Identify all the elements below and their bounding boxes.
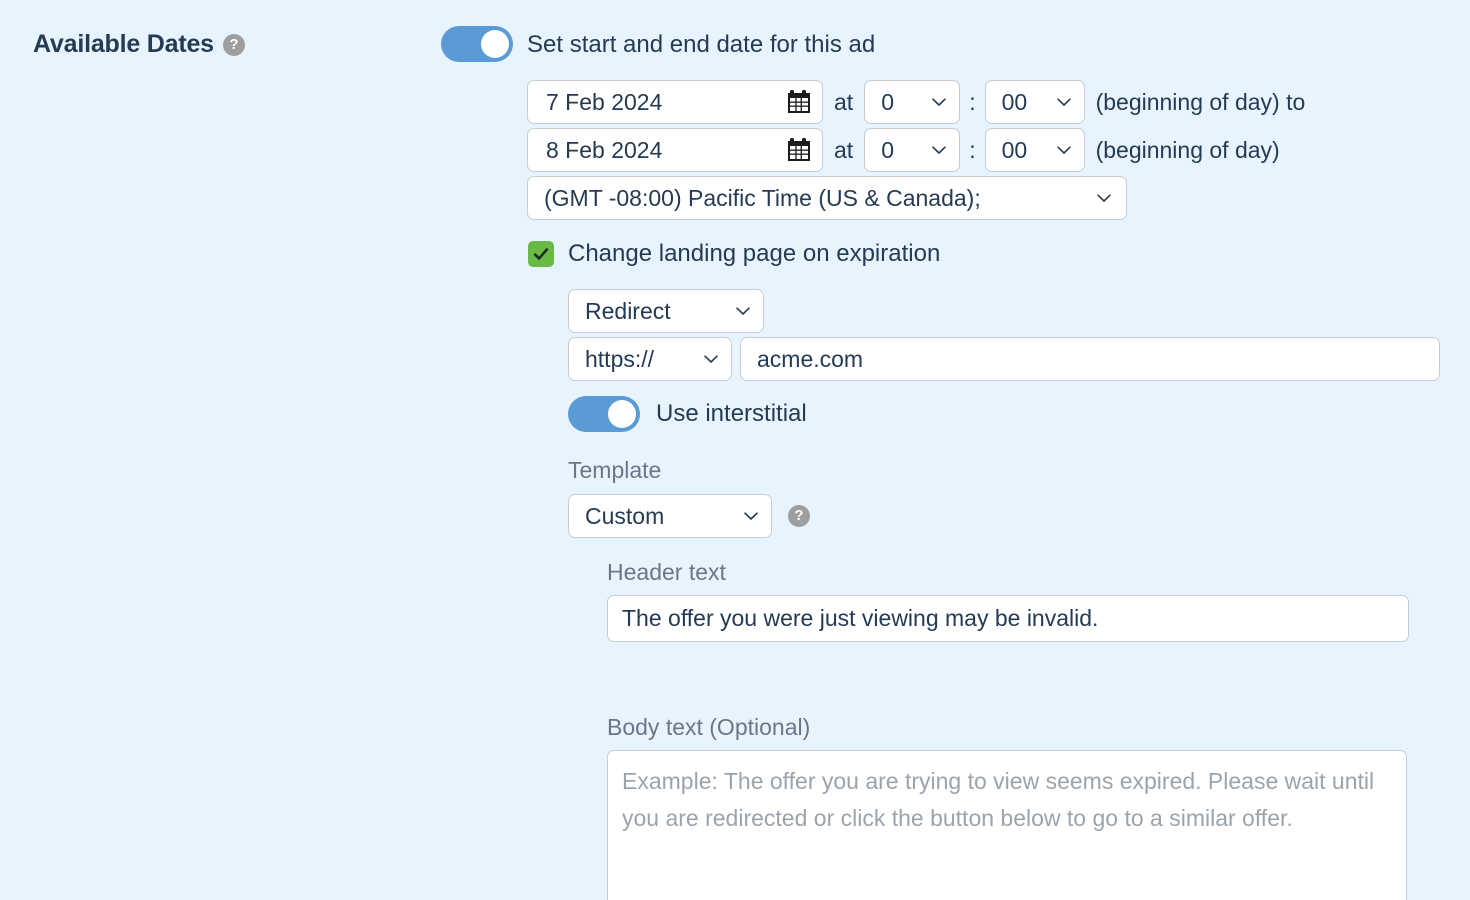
end-hour-value: 0: [881, 136, 894, 163]
start-hour-value: 0: [881, 88, 894, 115]
set-start-end-date-toggle[interactable]: [441, 26, 513, 62]
header-text-input[interactable]: The offer you were just viewing may be i…: [607, 595, 1409, 642]
url-scheme-value: https://: [585, 345, 655, 372]
redirect-url-row: https:// acme.com: [568, 337, 1440, 381]
end-minute-select[interactable]: 00: [984, 128, 1085, 172]
start-date-note: (beginning of day) to: [1095, 88, 1306, 115]
body-text-label: Body text (Optional): [607, 714, 811, 740]
header-text-value: The offer you were just viewing may be i…: [622, 605, 1099, 631]
end-time-separator: :: [969, 136, 976, 163]
template-select[interactable]: Custom: [568, 494, 772, 538]
end-at-label: at: [834, 136, 854, 163]
url-scheme-select[interactable]: https://: [568, 337, 732, 381]
header-text-label: Header text: [607, 559, 726, 585]
end-date-note: (beginning of day): [1095, 136, 1280, 163]
toggle-knob: [481, 30, 509, 58]
redirect-url-value: acme.com: [757, 345, 864, 372]
end-date-value: 8 Feb 2024: [546, 136, 663, 163]
chevron-down-icon: [931, 145, 947, 155]
page-title: Available Dates ?: [33, 30, 245, 59]
use-interstitial-row: Use interstitial: [568, 396, 807, 432]
change-landing-page-label: Change landing page on expiration: [568, 240, 941, 267]
body-text-placeholder: Example: The offer you are trying to vie…: [622, 768, 1375, 831]
change-landing-page-checkbox[interactable]: [528, 241, 554, 267]
calendar-icon[interactable]: [786, 89, 812, 115]
start-hour-select[interactable]: 0: [864, 80, 961, 124]
start-date-input[interactable]: 7 Feb 2024: [527, 80, 823, 124]
redirect-url-input[interactable]: acme.com: [740, 337, 1440, 381]
end-date-row: 8 Feb 2024 at 0: 00 (beginning of day): [527, 128, 1280, 172]
start-minute-select[interactable]: 00: [984, 80, 1085, 124]
help-circle-icon[interactable]: ?: [222, 33, 245, 56]
timezone-value: (GMT -08:00) Pacific Time (US & Canada);: [544, 184, 981, 211]
timezone-select[interactable]: (GMT -08:00) Pacific Time (US & Canada);: [527, 176, 1127, 220]
chevron-down-icon: [735, 306, 751, 316]
use-interstitial-toggle[interactable]: [568, 396, 640, 432]
end-date-input[interactable]: 8 Feb 2024: [527, 128, 823, 172]
end-hour-select[interactable]: 0: [864, 128, 961, 172]
toggle-knob: [608, 400, 636, 428]
chevron-down-icon: [703, 354, 719, 364]
available-dates-panel: Available Dates ? Set start and end date…: [0, 0, 1470, 900]
section-title-label: Available Dates: [33, 30, 214, 58]
start-date-row: 7 Feb 2024 at 0: 00 (beginning of day) …: [527, 80, 1305, 124]
calendar-icon[interactable]: [786, 137, 812, 163]
end-minute-value: 00: [1001, 136, 1028, 163]
change-landing-page-row: Change landing page on expiration: [528, 240, 940, 268]
expiration-action-select[interactable]: Redirect: [568, 289, 764, 333]
use-interstitial-label: Use interstitial: [656, 400, 807, 427]
template-row: Custom ?: [568, 494, 810, 538]
chevron-down-icon: [1096, 193, 1112, 203]
template-value: Custom: [585, 502, 665, 529]
start-time-separator: :: [969, 88, 976, 115]
start-date-value: 7 Feb 2024: [546, 88, 663, 115]
set-start-end-date-label: Set start and end date for this ad: [527, 31, 876, 58]
start-at-label: at: [834, 88, 854, 115]
expiration-action-value: Redirect: [585, 297, 671, 324]
chevron-down-icon: [1056, 145, 1072, 155]
chevron-down-icon: [743, 511, 759, 521]
template-label: Template: [568, 457, 662, 483]
start-minute-value: 00: [1001, 88, 1028, 115]
chevron-down-icon: [931, 97, 947, 107]
body-text-textarea[interactable]: Example: The offer you are trying to vie…: [607, 750, 1407, 900]
chevron-down-icon: [1056, 97, 1072, 107]
help-circle-icon[interactable]: ?: [788, 505, 810, 527]
